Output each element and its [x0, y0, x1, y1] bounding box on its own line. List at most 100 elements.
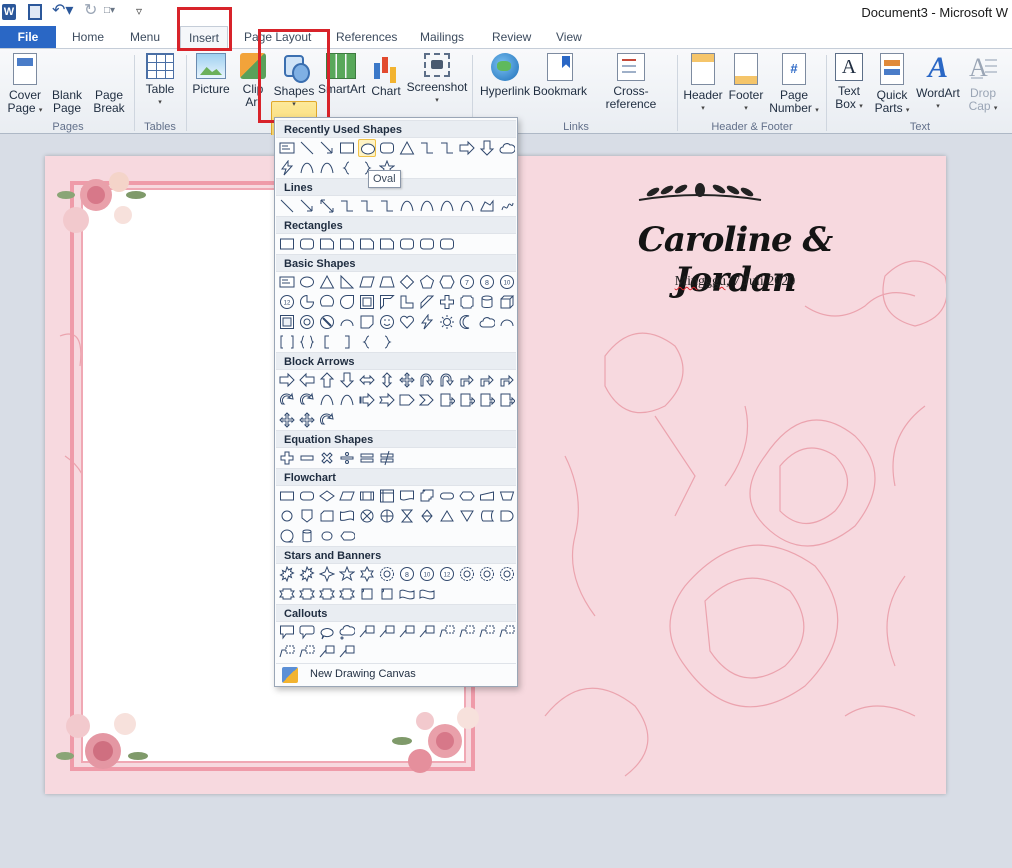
shape-arc-icon[interactable] — [338, 313, 356, 331]
shape-arrow4-icon[interactable] — [398, 371, 416, 389]
shape-roundrect-icon[interactable] — [418, 235, 436, 253]
new-drawing-canvas-item[interactable]: New Drawing Canvas — [276, 663, 516, 685]
shape-elbow-icon[interactable] — [418, 139, 436, 157]
shape-bent-icon[interactable] — [478, 371, 496, 389]
shape-minus-icon[interactable] — [298, 449, 316, 467]
shape-callRect-icon[interactable] — [278, 623, 296, 641]
shape-ribbon-icon[interactable] — [318, 585, 336, 603]
shape-cloud-icon[interactable] — [498, 139, 516, 157]
header-button[interactable]: Header ▾ — [682, 53, 724, 115]
shape-fMerge-icon[interactable] — [458, 507, 476, 525]
shape-arrowD-icon[interactable] — [338, 371, 356, 389]
shape-lightning-icon[interactable] — [418, 313, 436, 331]
shape-elbow-icon[interactable] — [438, 139, 456, 157]
shape-curve-icon[interactable] — [318, 391, 336, 409]
shape-callLineB-icon[interactable] — [278, 643, 296, 661]
shape-curve-icon[interactable] — [398, 197, 416, 215]
shape-trapezoid-icon[interactable] — [378, 273, 396, 291]
shape-fAlt-icon[interactable] — [298, 487, 316, 505]
shape-decagon-icon[interactable]: 10 — [418, 565, 436, 583]
cover-page-button[interactable]: Cover Page ▾ — [6, 53, 44, 117]
shape-smiley-icon[interactable] — [378, 313, 396, 331]
shape-arrowline-icon[interactable] — [298, 197, 316, 215]
shape-scribble-icon[interactable] — [498, 197, 516, 215]
shape-lbrace-icon[interactable] — [358, 333, 376, 351]
shape-fDecision-icon[interactable] — [318, 487, 336, 505]
shape-arrow4-icon[interactable] — [278, 411, 296, 429]
shapes-button[interactable]: Shapes ▾ — [272, 53, 316, 111]
shape-scroll-icon[interactable] — [378, 585, 396, 603]
shape-starN-icon[interactable] — [498, 565, 516, 583]
shape-hexagon-icon[interactable] — [438, 273, 456, 291]
shape-fSeq-icon[interactable] — [278, 527, 296, 545]
shape-callLineB-icon[interactable] — [298, 643, 316, 661]
quick-access-more-icon[interactable]: □▾ — [104, 4, 126, 20]
shape-curve-icon[interactable] — [418, 197, 436, 215]
chart-button[interactable]: Chart — [368, 53, 404, 98]
shape-circArrow-icon[interactable] — [298, 391, 316, 409]
shape-chord-icon[interactable] — [318, 293, 336, 311]
table-button[interactable]: Table ▾ — [140, 53, 180, 109]
shape-arrow4-icon[interactable] — [298, 411, 316, 429]
shape-notched-icon[interactable] — [378, 391, 396, 409]
shape-callLineB-icon[interactable] — [458, 623, 476, 641]
shape-decagon-icon[interactable]: 10 — [498, 273, 516, 291]
tab-menu[interactable]: Menu — [122, 26, 168, 48]
shape-calloutArrow-icon[interactable] — [478, 391, 496, 409]
shape-roundrect-icon[interactable] — [438, 235, 456, 253]
shape-snip-icon[interactable] — [378, 235, 396, 253]
undo-icon[interactable]: ↶▾ — [52, 3, 73, 20]
shape-notequal-icon[interactable] — [378, 449, 396, 467]
shape-frame-icon[interactable] — [358, 293, 376, 311]
shape-callLine-icon[interactable] — [398, 623, 416, 641]
shape-star5-icon[interactable] — [338, 565, 356, 583]
shape-heart-icon[interactable] — [398, 313, 416, 331]
shape-curve-icon[interactable] — [298, 159, 316, 177]
shape-snip-icon[interactable] — [358, 235, 376, 253]
shape-fCollate-icon[interactable] — [398, 507, 416, 525]
shape-dodecagon-icon[interactable]: 12 — [438, 565, 456, 583]
shape-callLine-icon[interactable] — [318, 643, 336, 661]
shape-teardrop-icon[interactable] — [338, 293, 356, 311]
shape-heptagon-icon[interactable]: 7 — [458, 273, 476, 291]
shape-nosymbol-icon[interactable] — [318, 313, 336, 331]
shape-roundrect-icon[interactable] — [378, 139, 396, 157]
shape-plus-icon[interactable] — [278, 449, 296, 467]
tab-home[interactable]: Home — [64, 26, 112, 48]
shape-fDirect-icon[interactable] — [318, 527, 336, 545]
shape-triangle-icon[interactable] — [398, 139, 416, 157]
shape-triangle-icon[interactable] — [318, 273, 336, 291]
event-date[interactable]: Mingggu, 7 Juli 2020 — [585, 274, 885, 290]
shape-pentArrow-icon[interactable] — [398, 391, 416, 409]
hyperlink-button[interactable]: Hyperlink — [478, 53, 532, 98]
shape-starN-icon[interactable] — [458, 565, 476, 583]
shape-arrowL-icon[interactable] — [298, 371, 316, 389]
shape-elbow-icon[interactable] — [378, 197, 396, 215]
page-break-button[interactable]: Page Break — [90, 53, 166, 241]
shape-fManIn-icon[interactable] — [478, 487, 496, 505]
shape-dodecagon-icon[interactable]: 12 — [278, 293, 296, 311]
shape-arrowU-icon[interactable] — [318, 371, 336, 389]
shape-callLineB-icon[interactable] — [498, 623, 516, 641]
shape-mult-icon[interactable] — [318, 449, 336, 467]
shape-oval-icon[interactable] — [358, 139, 376, 157]
shape-lightning-icon[interactable] — [278, 159, 296, 177]
repeat-icon[interactable]: ↻ — [84, 3, 98, 20]
shape-callRound-icon[interactable] — [298, 623, 316, 641]
shape-ribbon-icon[interactable] — [278, 585, 296, 603]
shape-rbracket-icon[interactable] — [338, 333, 356, 351]
shape-bevel-icon[interactable] — [278, 313, 296, 331]
save-icon[interactable] — [28, 4, 42, 20]
shape-plaque-icon[interactable] — [458, 293, 476, 311]
shape-arrowline-icon[interactable] — [318, 139, 336, 157]
shape-bent-icon[interactable] — [458, 371, 476, 389]
shape-uturn-icon[interactable] — [438, 371, 456, 389]
shape-callOval-icon[interactable] — [318, 623, 336, 641]
shape-sun-icon[interactable] — [438, 313, 456, 331]
clip-art-button[interactable]: Clip Art — [238, 53, 268, 109]
shape-fCard-icon[interactable] — [318, 507, 336, 525]
shape-moon-icon[interactable] — [458, 313, 476, 331]
shape-parallelogram-icon[interactable] — [358, 273, 376, 291]
shape-calloutArrow-icon[interactable] — [498, 391, 516, 409]
shape-starN-icon[interactable] — [478, 565, 496, 583]
